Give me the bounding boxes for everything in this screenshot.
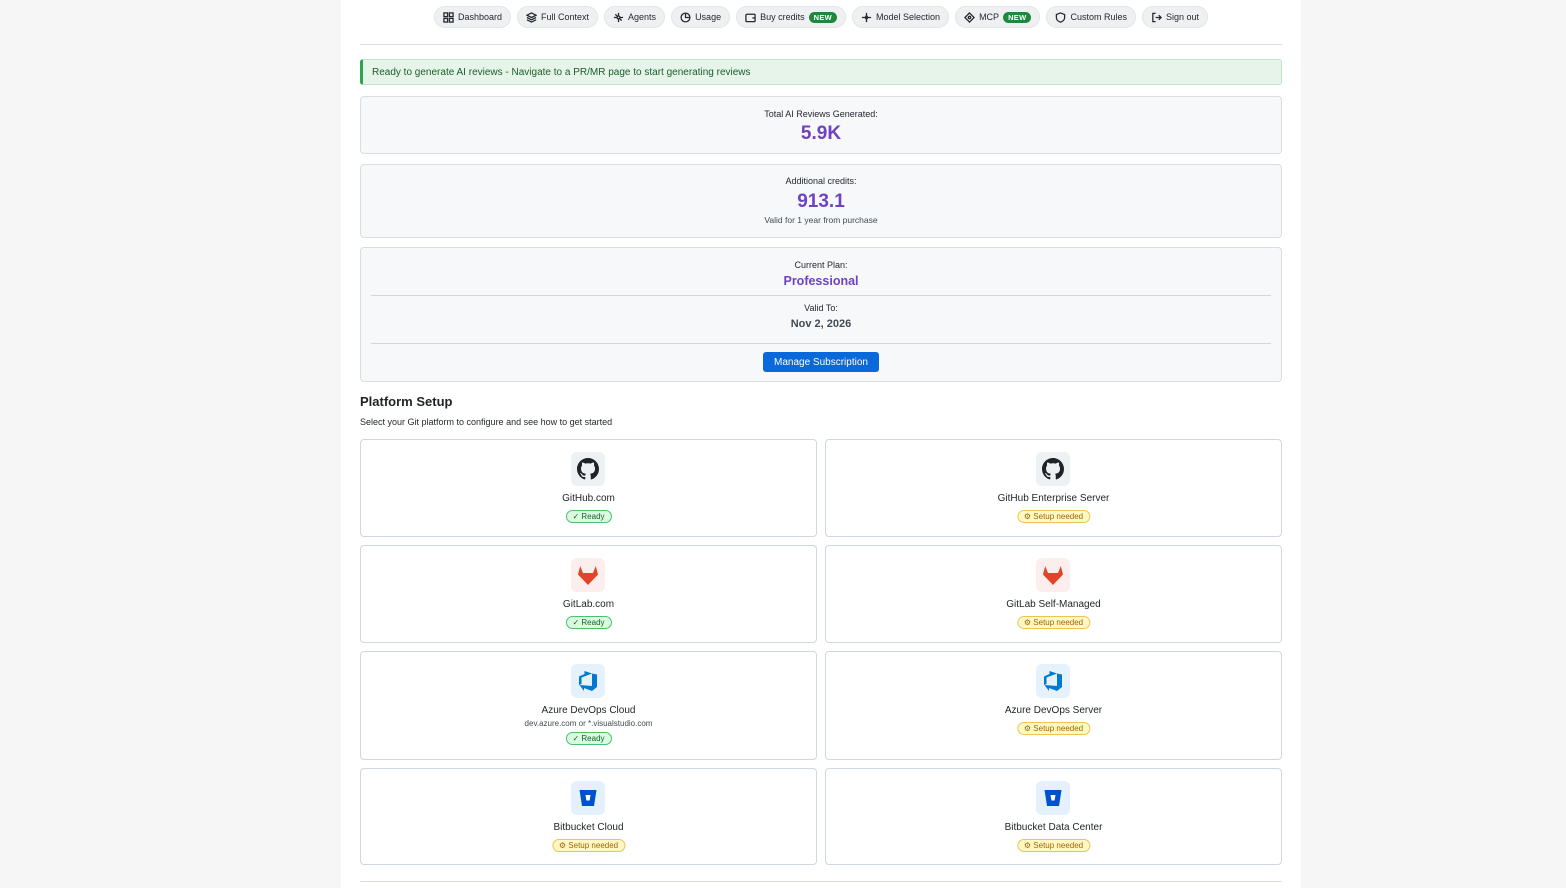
status-badge: ⚙ Setup needed (1016, 616, 1091, 629)
platform-name: Azure DevOps Server (1004, 705, 1103, 716)
platform-card-azure-devops-cloud[interactable]: Azure DevOps Cloud dev.azure.com or *.vi… (360, 651, 817, 760)
gitlab-icon (1036, 558, 1070, 592)
nav-label: Full Context (541, 12, 590, 22)
github-icon (1036, 452, 1070, 486)
status-badge: ✓ Ready (565, 510, 612, 523)
wallet-icon (745, 13, 756, 22)
platform-name: GitLab Self-Managed (1006, 599, 1101, 610)
valid-to-date: Nov 2, 2026 (790, 318, 852, 330)
platform-name: Azure DevOps Cloud (541, 705, 636, 716)
nav-model-selection[interactable]: Model Selection (852, 6, 950, 28)
platform-name: GitHub Enterprise Server (997, 493, 1110, 504)
top-nav: Dashboard Full Context Agents Usage Buy … (360, 6, 1282, 28)
nav-custom-rules[interactable]: Custom Rules (1046, 6, 1136, 28)
platform-card-gitlab[interactable]: GitLab.com ✓ Ready (360, 545, 817, 643)
pie-chart-icon (680, 11, 691, 23)
reviews-card: Total AI Reviews Generated: 5.9K (360, 96, 1282, 154)
footer-divider (360, 881, 1282, 882)
nav-mcp[interactable]: MCP NEW (955, 6, 1041, 28)
bitbucket-icon (571, 781, 605, 815)
nav-label: Model Selection (876, 12, 941, 22)
azure-devops-icon (571, 664, 605, 698)
credits-label: Additional credits: (785, 176, 857, 186)
github-icon (571, 452, 605, 486)
nav-label: Buy credits (760, 12, 805, 22)
platform-card-github-enterprise[interactable]: GitHub Enterprise Server ⚙ Setup needed (825, 439, 1282, 537)
platform-setup-subtitle: Select your Git platform to configure an… (360, 417, 613, 427)
platform-name: Bitbucket Cloud (553, 822, 624, 833)
platform-name: GitHub.com (562, 493, 615, 504)
nav-sign-out[interactable]: Sign out (1142, 6, 1209, 28)
connector-icon (964, 11, 976, 23)
nav-label: Agents (628, 12, 657, 22)
platform-name: Bitbucket Data Center (1004, 822, 1103, 833)
credits-value: 913.1 (797, 191, 845, 212)
ready-alert: Ready to generate AI reviews - Navigate … (360, 59, 1282, 85)
credits-card: Additional credits: 913.1 Valid for 1 ye… (360, 164, 1282, 238)
credits-note: Valid for 1 year from purchase (764, 215, 878, 225)
gitlab-icon (571, 558, 605, 592)
nav-label: Sign out (1166, 12, 1200, 22)
nav-full-context[interactable]: Full Context (517, 6, 599, 28)
nav-usage[interactable]: Usage (671, 6, 731, 28)
plan-divider (371, 343, 1271, 344)
nav-agents[interactable]: Agents (604, 6, 666, 28)
sparkle-icon (861, 12, 872, 22)
status-badge: ✓ Ready (565, 616, 612, 629)
header-divider (360, 44, 1282, 45)
valid-to-label: Valid To: (804, 303, 838, 313)
nav-dashboard[interactable]: Dashboard (433, 6, 511, 28)
main-panel: Dashboard Full Context Agents Usage Buy … (341, 0, 1301, 888)
platform-card-bitbucket-data-center[interactable]: Bitbucket Data Center ⚙ Setup needed (825, 768, 1282, 865)
shield-icon (1056, 11, 1066, 23)
plan-divider (371, 295, 1271, 296)
plan-card: Current Plan: Professional Valid To: Nov… (360, 247, 1282, 382)
platform-card-bitbucket-cloud[interactable]: Bitbucket Cloud ⚙ Setup needed (360, 768, 817, 865)
plan-name: Professional (783, 274, 859, 288)
status-badge: ✓ Ready (565, 732, 612, 745)
nav-label: Custom Rules (1070, 12, 1127, 22)
grid-icon (443, 11, 454, 23)
reviews-label: Total AI Reviews Generated: (764, 109, 878, 119)
manage-subscription-button[interactable]: Manage Subscription (763, 352, 879, 372)
platform-card-azure-devops-server[interactable]: Azure DevOps Server ⚙ Setup needed (825, 651, 1282, 760)
status-badge: ⚙ Setup needed (1016, 722, 1091, 735)
new-badge: NEW (1003, 11, 1032, 23)
nav-label: Dashboard (457, 12, 502, 22)
platform-setup-title: Platform Setup (360, 394, 453, 409)
sign-out-icon (1152, 12, 1162, 22)
platform-card-github[interactable]: GitHub.com ✓ Ready (360, 439, 817, 537)
nav-buy-credits[interactable]: Buy credits NEW (736, 6, 847, 28)
status-badge: ⚙ Setup needed (1016, 510, 1091, 523)
azure-devops-icon (1036, 664, 1070, 698)
layers-icon (526, 11, 537, 23)
platform-card-gitlab-self-managed[interactable]: GitLab Self-Managed ⚙ Setup needed (825, 545, 1282, 643)
platform-name: GitLab.com (562, 599, 615, 610)
bitbucket-icon (1036, 781, 1070, 815)
status-badge: ⚙ Setup needed (551, 839, 626, 852)
plan-label: Current Plan: (794, 260, 848, 270)
nav-label: Usage (695, 12, 722, 22)
alert-text: Ready to generate AI reviews - Navigate … (372, 66, 751, 78)
platform-desc: dev.azure.com or *.visualstudio.com (524, 719, 653, 728)
agents-icon (613, 12, 624, 22)
nav-label: MCP (979, 12, 1000, 22)
new-badge: NEW (808, 11, 838, 23)
reviews-value: 5.9K (800, 123, 842, 144)
status-badge: ⚙ Setup needed (1016, 839, 1091, 852)
